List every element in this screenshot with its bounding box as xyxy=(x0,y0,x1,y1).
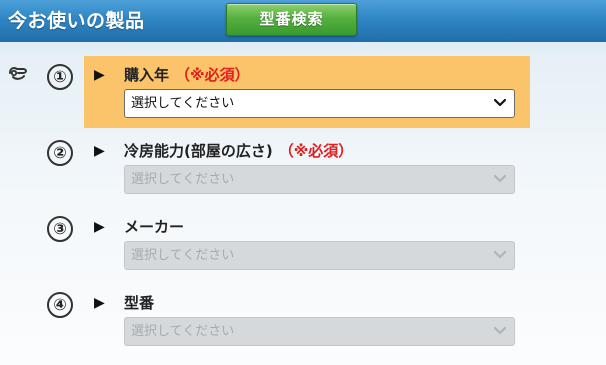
step-label: 冷房能力(部屋の広さ) （※必須） xyxy=(124,140,353,162)
step-label: 購入年 （※必須） xyxy=(124,64,250,86)
chevron-down-icon xyxy=(494,99,506,107)
play-arrow-icon: ▶ xyxy=(94,143,105,159)
pointing-hand-icon xyxy=(9,67,28,80)
play-arrow-icon: ▶ xyxy=(94,67,105,83)
select-placeholder: 選択してください xyxy=(131,248,235,263)
select-placeholder: 選択してください xyxy=(131,96,235,111)
chevron-down-icon xyxy=(494,251,506,259)
step-label: メーカー xyxy=(124,216,184,238)
required-mark: （※必須） xyxy=(278,142,354,160)
step-number: ② xyxy=(47,140,73,166)
step-purchase-year: ① ▶ 購入年 （※必須） 選択してください xyxy=(47,56,530,128)
select-placeholder: 選択してください xyxy=(131,172,235,187)
step-title: メーカー xyxy=(124,218,185,236)
play-arrow-icon: ▶ xyxy=(94,219,105,235)
maker-select[interactable]: 選択してください xyxy=(124,241,515,270)
model-number-select[interactable]: 選択してください xyxy=(124,317,515,346)
step-label: 型番 xyxy=(124,292,154,314)
purchase-year-select[interactable]: 選択してください xyxy=(124,89,515,118)
header-bar: 今お使いの製品 型番検索 xyxy=(0,0,606,42)
step-number: ③ xyxy=(47,216,73,242)
chevron-down-icon xyxy=(494,327,506,335)
step-number: ④ xyxy=(47,292,73,318)
model-search-button[interactable]: 型番検索 xyxy=(226,3,357,36)
step-number: ① xyxy=(47,64,73,90)
select-placeholder: 選択してください xyxy=(131,324,235,339)
required-mark: （※必須） xyxy=(175,66,250,84)
chevron-down-icon xyxy=(494,175,506,183)
step-model-number: ④ ▶ 型番 選択してください xyxy=(47,284,530,356)
step-title: 型番 xyxy=(124,294,155,312)
step-cooling-capacity: ② ▶ 冷房能力(部屋の広さ) （※必須） 選択してください xyxy=(47,132,530,204)
cooling-capacity-select[interactable]: 選択してください xyxy=(124,165,515,194)
step-title: 購入年 xyxy=(124,66,170,84)
play-arrow-icon: ▶ xyxy=(94,295,105,311)
page-title: 今お使いの製品 xyxy=(8,10,145,32)
step-maker: ③ ▶ メーカー 選択してください xyxy=(47,208,530,280)
step-title: 冷房能力(部屋の広さ) xyxy=(124,142,273,160)
